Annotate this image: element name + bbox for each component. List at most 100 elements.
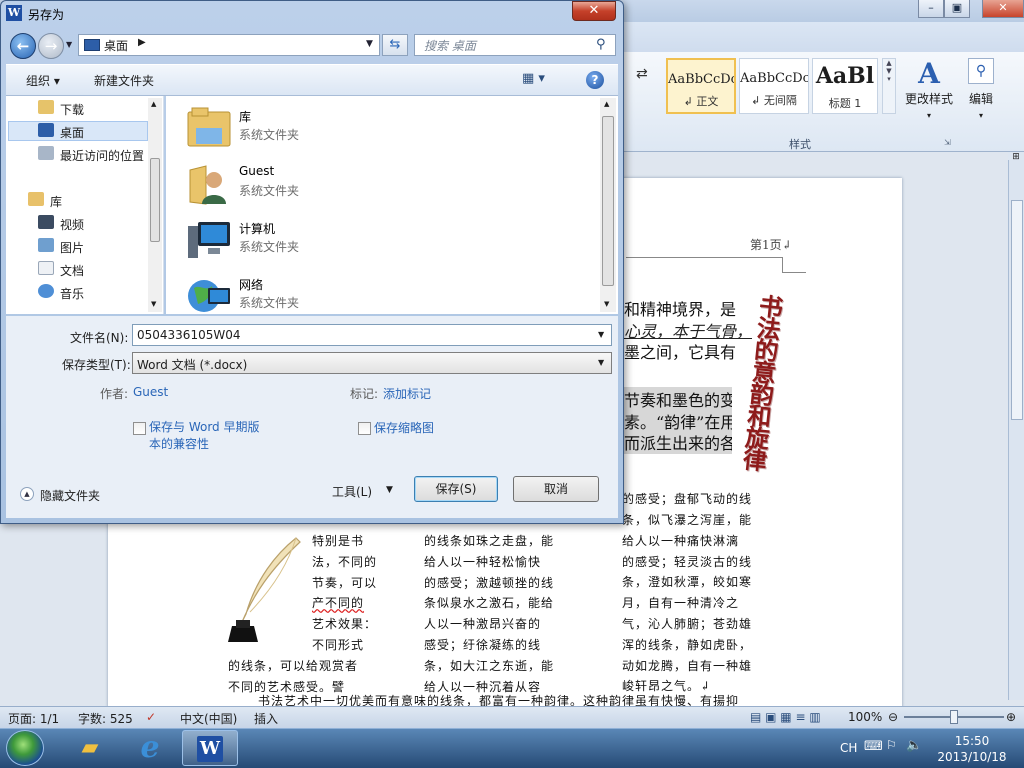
- zoom-level[interactable]: 100%: [848, 710, 882, 724]
- thumbnail-checkbox[interactable]: [358, 422, 371, 435]
- filetype-label: 保存类型(T):: [62, 358, 131, 372]
- proofing-icon[interactable]: ✓: [146, 710, 156, 724]
- compat-label[interactable]: 保存与 Word 早期版 本的兼容性: [149, 419, 259, 453]
- nav-item-label: 最近访问的位置: [60, 149, 145, 163]
- doc-line: 而派生出来的各: [624, 430, 732, 454]
- download-folder-icon: [38, 100, 54, 114]
- minimize-icon[interactable]: –: [918, 0, 944, 18]
- tools-dropdown-icon[interactable]: ▼: [386, 485, 393, 495]
- edit-button[interactable]: ⚲ 编辑 ▾: [964, 58, 998, 128]
- close-icon[interactable]: ✕: [572, 1, 616, 21]
- tools-button[interactable]: 工具(L): [332, 483, 372, 500]
- compat-label-line: 本的兼容性: [149, 437, 210, 451]
- scroll-down-icon[interactable]: ▼: [151, 300, 156, 308]
- quill-pen-icon: [228, 537, 301, 642]
- scroll-thumb[interactable]: [150, 158, 160, 242]
- compat-checkbox[interactable]: [133, 422, 146, 435]
- explorer-taskbar-icon[interactable]: ▰: [62, 730, 118, 766]
- clock[interactable]: 15:50 2013/10/18: [930, 733, 1014, 765]
- zoom-slider-thumb[interactable]: [950, 710, 958, 724]
- doc-line: 的感受；激越顿挫的线: [424, 575, 555, 590]
- flag-icon[interactable]: ⚐: [886, 738, 897, 752]
- cancel-button[interactable]: 取消: [513, 476, 599, 502]
- views-icon[interactable]: ▦ ▾: [522, 71, 545, 86]
- doc-line: 动如龙腾，自有一种雄: [622, 658, 753, 673]
- scroll-up-icon[interactable]: ▲: [604, 100, 609, 108]
- doc-line: 特别是书: [312, 534, 365, 548]
- style-gallery-scroll[interactable]: ▲ ▼ ▾: [882, 58, 896, 114]
- volume-icon[interactable]: 🔈: [906, 738, 922, 753]
- nav-scrollbar[interactable]: ▲ ▼: [148, 98, 162, 312]
- paragraph-direction-icon[interactable]: ⇄: [636, 66, 648, 82]
- word-close-icon[interactable]: ✕: [982, 0, 1024, 18]
- column-1-wide: 的线条，可以给观赏者 不同的艺术感受。譬: [228, 656, 358, 698]
- file-item-guest[interactable]: Guest 系统文件夹: [186, 158, 466, 212]
- save-button[interactable]: 保存(S): [414, 476, 498, 502]
- word-count[interactable]: 字数: 525: [78, 710, 133, 727]
- address-location[interactable]: 桌面: [104, 37, 128, 54]
- new-folder-button[interactable]: 新建文件夹: [94, 72, 154, 89]
- back-arrow-icon[interactable]: ←: [10, 33, 36, 59]
- filetype-dropdown-icon[interactable]: ▼: [598, 358, 604, 367]
- vertical-scrollbar[interactable]: [1008, 160, 1024, 700]
- help-icon[interactable]: ?: [586, 71, 604, 89]
- doc-line: 墨之间，它具有: [624, 343, 737, 362]
- doc-line: 人以一种激昂兴奋的: [424, 617, 542, 632]
- dialog-launcher-icon[interactable]: ⇲: [944, 138, 951, 147]
- restore-icon[interactable]: ▣: [944, 0, 970, 18]
- breadcrumb-chevron-icon[interactable]: ▶: [138, 37, 146, 48]
- insert-mode[interactable]: 插入: [254, 710, 278, 727]
- scroll-up-icon[interactable]: ▲: [151, 100, 156, 108]
- doc-line: 条似泉水之激石，能给: [424, 596, 555, 611]
- style-name: ↲ 正文: [683, 95, 719, 108]
- doc-line: 的感受；轻灵淡古的线: [622, 554, 753, 569]
- video-icon: [38, 215, 54, 229]
- style-no-spacing[interactable]: AaBbCcDc ↲ 无间隔: [739, 58, 809, 114]
- change-styles-button[interactable]: A 更改样式 ▾: [900, 58, 958, 128]
- filename-dropdown-icon[interactable]: ▼: [598, 330, 604, 339]
- forward-arrow-icon[interactable]: →: [38, 33, 64, 59]
- refresh-icon[interactable]: ⇆: [382, 34, 408, 56]
- doc-line: 气，沁人肺腑；苍劲雄: [622, 616, 753, 631]
- view-buttons-icon[interactable]: ▤ ▣ ▦ ≡ ▥: [750, 710, 821, 724]
- author-value[interactable]: Guest: [133, 385, 168, 399]
- file-item-libraries[interactable]: 库 系统文件夹: [186, 102, 466, 156]
- nav-item-label: 音乐: [60, 287, 85, 301]
- scroll-down-icon[interactable]: ▼: [604, 300, 609, 308]
- add-tags-link[interactable]: 添加标记: [383, 385, 431, 402]
- filename-input[interactable]: 0504336105W04: [132, 324, 612, 346]
- doc-line: 和精神境界，是: [624, 300, 737, 319]
- hide-folders-button[interactable]: 隐藏文件夹: [40, 487, 100, 504]
- filetype-select[interactable]: Word 文档 (*.docx): [132, 352, 612, 374]
- organize-button[interactable]: 组织 ▾: [26, 72, 60, 89]
- style-name: ↲ 无间隔: [751, 94, 797, 107]
- language[interactable]: 中文(中国): [180, 710, 237, 727]
- thumbnail-label[interactable]: 保存缩略图: [374, 419, 434, 436]
- page-count[interactable]: 页面: 1/1: [8, 710, 59, 727]
- address-dropdown-icon[interactable]: ▼: [366, 39, 373, 49]
- ime-indicator[interactable]: CH: [840, 741, 857, 755]
- file-item-computer[interactable]: 计算机 系统文件夹: [186, 214, 466, 268]
- collapse-icon[interactable]: ▲: [20, 487, 34, 501]
- word-taskbar-icon[interactable]: W: [182, 730, 238, 766]
- style-normal[interactable]: AaBbCcDc ↲ 正文: [666, 58, 736, 114]
- nav-item-label: 图片: [60, 241, 85, 255]
- scroll-thumb[interactable]: [1011, 200, 1023, 420]
- zoom-out-icon[interactable]: ⊖: [888, 710, 898, 724]
- history-dropdown-icon[interactable]: ▼: [66, 40, 72, 49]
- doc-line: 月，自有一种清冷之: [622, 596, 740, 611]
- search-icon[interactable]: ⚲: [596, 37, 606, 52]
- library-icon: [28, 192, 44, 206]
- style-heading-1[interactable]: AaBl 标题 1: [812, 58, 878, 114]
- internet-explorer-icon[interactable]: e: [122, 730, 178, 766]
- file-scrollbar[interactable]: ▲ ▼: [600, 98, 616, 312]
- pictures-icon: [38, 238, 54, 252]
- computer-icon: [188, 222, 230, 258]
- doc-line: 给人以一种轻松愉快: [424, 554, 542, 569]
- file-type: 系统文件夹: [239, 296, 300, 310]
- keyboard-icon[interactable]: ⌨: [864, 739, 883, 754]
- doc-line: 给人以一种痛快淋漓: [622, 533, 740, 548]
- start-button[interactable]: [6, 730, 44, 766]
- zoom-in-icon[interactable]: ⊕: [1006, 710, 1016, 724]
- scroll-thumb[interactable]: [602, 116, 614, 286]
